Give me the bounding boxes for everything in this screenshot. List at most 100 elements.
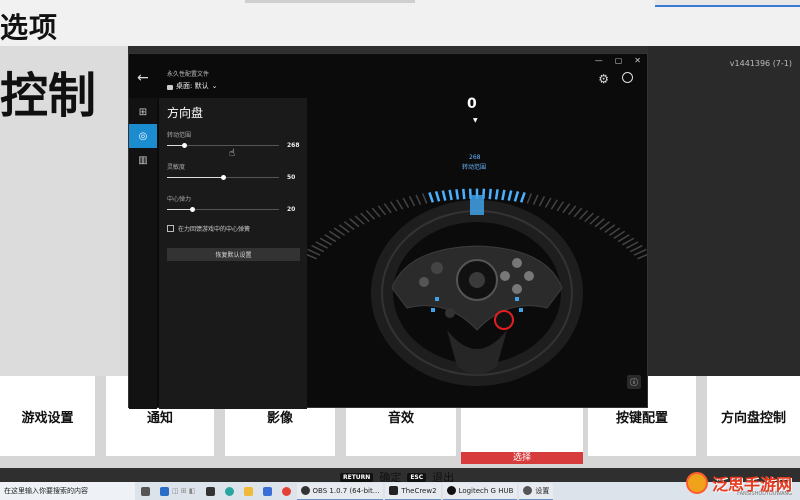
esc-key-icon: ESC bbox=[407, 472, 427, 482]
arc-tick bbox=[360, 212, 370, 223]
arc-tick bbox=[532, 194, 539, 205]
arc-tick bbox=[617, 234, 630, 243]
arc-tick bbox=[343, 221, 355, 231]
arc-tick bbox=[338, 224, 350, 233]
explorer-icon[interactable] bbox=[240, 483, 257, 499]
arc-tick bbox=[562, 203, 571, 214]
arc-tick bbox=[402, 197, 410, 208]
slider-thumb[interactable] bbox=[189, 207, 195, 212]
arc-tick bbox=[488, 188, 492, 200]
arc-tick bbox=[584, 212, 594, 223]
arc-tick bbox=[507, 190, 513, 201]
pedals-icon[interactable]: ▥ bbox=[129, 148, 157, 172]
arc-tick bbox=[307, 253, 317, 260]
mouse-cursor-icon: ☝ bbox=[229, 148, 236, 159]
add-assignment-icon[interactable]: ⊞ bbox=[129, 100, 157, 124]
arc-tick bbox=[354, 215, 365, 225]
arc-tick bbox=[513, 191, 520, 202]
profile-caption: 永久性配置文件 bbox=[167, 71, 210, 78]
slider-value: 20 bbox=[287, 206, 296, 213]
side-rail: ⊞ ◎ ▥ bbox=[129, 98, 157, 409]
chrome-icon[interactable] bbox=[278, 483, 295, 499]
logitech-icon bbox=[446, 486, 456, 495]
mail-icon[interactable] bbox=[259, 483, 276, 499]
arc-tick bbox=[573, 207, 583, 218]
steering-wheel-icon[interactable]: ◎ bbox=[129, 124, 157, 148]
arc-tick bbox=[604, 224, 616, 233]
select-button[interactable]: 选择 bbox=[461, 452, 583, 464]
arc-tick bbox=[315, 241, 328, 249]
info-icon[interactable]: ⓘ bbox=[627, 375, 641, 389]
arc-tick bbox=[307, 248, 321, 256]
slider-thumb[interactable] bbox=[181, 143, 187, 148]
page-title: 选项 bbox=[0, 11, 59, 44]
arc-tick bbox=[422, 193, 428, 204]
minimize-icon[interactable]: — bbox=[595, 56, 603, 65]
arc-tick bbox=[629, 244, 643, 253]
back-arrow-icon[interactable]: ← bbox=[137, 70, 149, 86]
arc-tick bbox=[462, 188, 466, 200]
search-box-icon[interactable]: ◫ ⊞ ◧ bbox=[156, 483, 200, 499]
arc-tick bbox=[622, 237, 635, 246]
rotation-slider[interactable] bbox=[167, 143, 279, 148]
watermark-logo-icon bbox=[685, 472, 708, 494]
arc-tick bbox=[333, 227, 346, 236]
arc-tick bbox=[494, 189, 499, 200]
panel-title: 方向盘 bbox=[167, 106, 204, 120]
centering-spring-slider[interactable] bbox=[167, 207, 279, 212]
arc-tick bbox=[377, 205, 387, 216]
arc-tick bbox=[396, 199, 404, 210]
return-key-icon: RETURN bbox=[340, 472, 374, 482]
reset-defaults-button[interactable]: 恢复默认设置 bbox=[167, 248, 300, 261]
arc-tick bbox=[383, 203, 392, 214]
centering-spring-checkbox[interactable]: 在力回馈游戏中的中心弹簧 bbox=[167, 224, 250, 233]
slider-thumb[interactable] bbox=[221, 175, 226, 180]
arc-tick bbox=[608, 227, 621, 236]
arc-tick bbox=[544, 197, 552, 208]
arc-tick bbox=[349, 218, 360, 228]
slider-label: 转动范围 bbox=[167, 132, 192, 139]
arc-tick bbox=[434, 191, 441, 202]
taskbar-app-ghub[interactable]: Logitech G HUB bbox=[442, 482, 518, 500]
taskbar-app-obs[interactable]: OBS 1.0.7 (64-bit... bbox=[296, 482, 384, 500]
arc-tick bbox=[311, 244, 325, 253]
taskbar-app-settings[interactable]: 设置 bbox=[519, 482, 554, 500]
wheel-preview bbox=[307, 188, 647, 386]
profile-selector[interactable]: 桌面: 默认 ⌄ bbox=[167, 81, 217, 91]
arc-tick bbox=[526, 193, 532, 204]
slider-label: 中心弹力 bbox=[167, 196, 192, 203]
arc-tick bbox=[556, 201, 565, 212]
arc-tick bbox=[501, 189, 506, 201]
arc-tick bbox=[538, 196, 546, 207]
arc-tick bbox=[455, 189, 460, 200]
arc-tick bbox=[441, 190, 447, 201]
slider-label: 灵敏度 bbox=[167, 164, 186, 171]
taskbar-search[interactable]: 在这里输入你要搜索的内容 bbox=[0, 482, 135, 500]
settings-icon bbox=[523, 486, 533, 495]
edge-icon[interactable] bbox=[221, 483, 238, 499]
sensitivity-slider[interactable] bbox=[167, 175, 279, 180]
menu-item-game-settings[interactable]: 游戏设置 bbox=[0, 376, 95, 456]
top-right-tab bbox=[655, 0, 800, 7]
arc-tick bbox=[567, 205, 577, 216]
maximize-icon[interactable]: ▢ bbox=[615, 56, 623, 65]
arc-tick bbox=[637, 253, 647, 260]
arc-tick bbox=[589, 215, 600, 225]
taskbar-app-thecrew2[interactable]: TheCrew2 bbox=[385, 482, 441, 500]
arc-tick bbox=[408, 196, 416, 207]
chevron-down-icon: ⌄ bbox=[211, 82, 218, 90]
taskview-icon[interactable] bbox=[202, 483, 219, 499]
arc-tick bbox=[550, 199, 558, 210]
gear-icon[interactable]: ⚙ bbox=[598, 72, 609, 86]
menu-item-wheel-controls[interactable]: 方向盘控制 bbox=[707, 376, 800, 456]
slider-value: 50 bbox=[287, 174, 296, 181]
arc-tick bbox=[594, 218, 605, 228]
close-icon[interactable]: ✕ bbox=[634, 56, 641, 65]
arc-tick bbox=[389, 201, 398, 212]
user-icon[interactable] bbox=[622, 72, 633, 83]
arc-tick bbox=[613, 230, 626, 240]
right-band bbox=[648, 46, 800, 376]
arc-tick bbox=[519, 192, 526, 203]
checkbox[interactable] bbox=[167, 225, 174, 232]
windows-icon[interactable] bbox=[137, 483, 154, 499]
